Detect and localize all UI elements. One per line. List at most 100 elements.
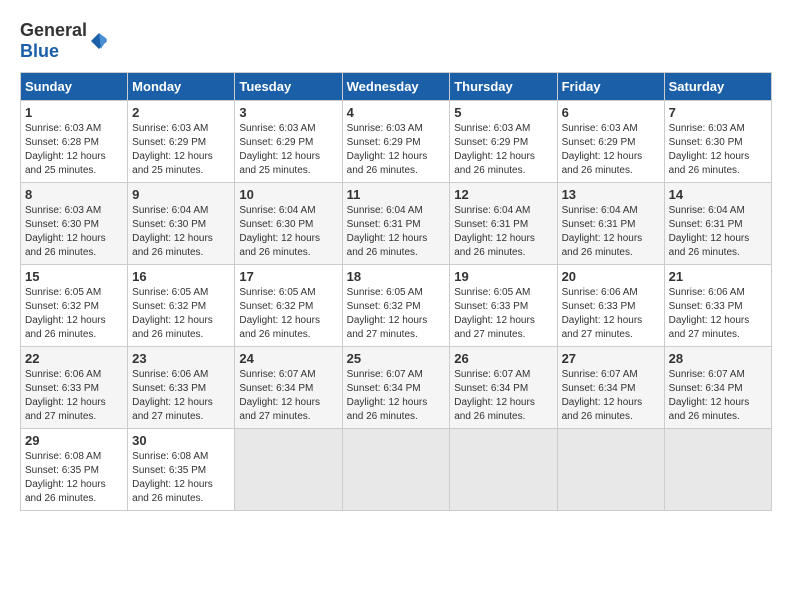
- page-header: General Blue: [20, 20, 772, 62]
- day-number: 13: [562, 187, 660, 202]
- day-number: 16: [132, 269, 230, 284]
- logo-text: General Blue: [20, 20, 87, 62]
- calendar-table: SundayMondayTuesdayWednesdayThursdayFrid…: [20, 72, 772, 511]
- day-info: Sunrise: 6:06 AM Sunset: 6:33 PM Dayligh…: [25, 368, 123, 424]
- day-info: Sunrise: 6:07 AM Sunset: 6:34 PM Dayligh…: [562, 368, 660, 424]
- calendar-cell: 7 Sunrise: 6:03 AM Sunset: 6:30 PM Dayli…: [664, 101, 771, 183]
- calendar-cell: 26 Sunrise: 6:07 AM Sunset: 6:34 PM Dayl…: [450, 347, 557, 429]
- calendar-cell: 10 Sunrise: 6:04 AM Sunset: 6:30 PM Dayl…: [235, 183, 342, 265]
- day-number: 17: [239, 269, 337, 284]
- day-number: 7: [669, 105, 767, 120]
- day-number: 30: [132, 433, 230, 448]
- calendar-cell: 19 Sunrise: 6:05 AM Sunset: 6:33 PM Dayl…: [450, 265, 557, 347]
- day-info: Sunrise: 6:03 AM Sunset: 6:30 PM Dayligh…: [669, 122, 767, 178]
- calendar-cell: 30 Sunrise: 6:08 AM Sunset: 6:35 PM Dayl…: [128, 429, 235, 511]
- logo-blue: Blue: [20, 41, 59, 61]
- column-header-wednesday: Wednesday: [342, 73, 450, 101]
- day-number: 23: [132, 351, 230, 366]
- calendar-cell: 12 Sunrise: 6:04 AM Sunset: 6:31 PM Dayl…: [450, 183, 557, 265]
- day-info: Sunrise: 6:07 AM Sunset: 6:34 PM Dayligh…: [239, 368, 337, 424]
- day-number: 5: [454, 105, 552, 120]
- calendar-cell: 20 Sunrise: 6:06 AM Sunset: 6:33 PM Dayl…: [557, 265, 664, 347]
- day-info: Sunrise: 6:06 AM Sunset: 6:33 PM Dayligh…: [669, 286, 767, 342]
- day-number: 8: [25, 187, 123, 202]
- calendar-cell: 13 Sunrise: 6:04 AM Sunset: 6:31 PM Dayl…: [557, 183, 664, 265]
- calendar-cell: 25 Sunrise: 6:07 AM Sunset: 6:34 PM Dayl…: [342, 347, 450, 429]
- day-number: 22: [25, 351, 123, 366]
- day-number: 18: [347, 269, 446, 284]
- day-number: 4: [347, 105, 446, 120]
- day-info: Sunrise: 6:03 AM Sunset: 6:29 PM Dayligh…: [562, 122, 660, 178]
- day-number: 26: [454, 351, 552, 366]
- calendar-week-row: 1 Sunrise: 6:03 AM Sunset: 6:28 PM Dayli…: [21, 101, 772, 183]
- calendar-cell: 27 Sunrise: 6:07 AM Sunset: 6:34 PM Dayl…: [557, 347, 664, 429]
- day-info: Sunrise: 6:05 AM Sunset: 6:32 PM Dayligh…: [132, 286, 230, 342]
- day-number: 25: [347, 351, 446, 366]
- day-info: Sunrise: 6:07 AM Sunset: 6:34 PM Dayligh…: [347, 368, 446, 424]
- calendar-cell: [235, 429, 342, 511]
- calendar-cell: 22 Sunrise: 6:06 AM Sunset: 6:33 PM Dayl…: [21, 347, 128, 429]
- calendar-cell: 9 Sunrise: 6:04 AM Sunset: 6:30 PM Dayli…: [128, 183, 235, 265]
- logo: General Blue: [20, 20, 109, 62]
- day-number: 10: [239, 187, 337, 202]
- day-info: Sunrise: 6:07 AM Sunset: 6:34 PM Dayligh…: [669, 368, 767, 424]
- calendar-cell: 2 Sunrise: 6:03 AM Sunset: 6:29 PM Dayli…: [128, 101, 235, 183]
- calendar-cell: 3 Sunrise: 6:03 AM Sunset: 6:29 PM Dayli…: [235, 101, 342, 183]
- calendar-week-row: 22 Sunrise: 6:06 AM Sunset: 6:33 PM Dayl…: [21, 347, 772, 429]
- day-info: Sunrise: 6:04 AM Sunset: 6:30 PM Dayligh…: [132, 204, 230, 260]
- day-number: 19: [454, 269, 552, 284]
- calendar-cell: 24 Sunrise: 6:07 AM Sunset: 6:34 PM Dayl…: [235, 347, 342, 429]
- day-number: 28: [669, 351, 767, 366]
- day-number: 2: [132, 105, 230, 120]
- calendar-cell: 18 Sunrise: 6:05 AM Sunset: 6:32 PM Dayl…: [342, 265, 450, 347]
- day-number: 3: [239, 105, 337, 120]
- column-header-sunday: Sunday: [21, 73, 128, 101]
- day-info: Sunrise: 6:08 AM Sunset: 6:35 PM Dayligh…: [132, 450, 230, 506]
- logo-general: General: [20, 20, 87, 40]
- logo-icon: [89, 31, 109, 51]
- column-header-monday: Monday: [128, 73, 235, 101]
- day-info: Sunrise: 6:04 AM Sunset: 6:31 PM Dayligh…: [562, 204, 660, 260]
- day-info: Sunrise: 6:04 AM Sunset: 6:31 PM Dayligh…: [347, 204, 446, 260]
- day-info: Sunrise: 6:07 AM Sunset: 6:34 PM Dayligh…: [454, 368, 552, 424]
- calendar-header-row: SundayMondayTuesdayWednesdayThursdayFrid…: [21, 73, 772, 101]
- calendar-cell: [664, 429, 771, 511]
- column-header-saturday: Saturday: [664, 73, 771, 101]
- day-info: Sunrise: 6:05 AM Sunset: 6:32 PM Dayligh…: [239, 286, 337, 342]
- day-number: 29: [25, 433, 123, 448]
- column-header-thursday: Thursday: [450, 73, 557, 101]
- calendar-week-row: 29 Sunrise: 6:08 AM Sunset: 6:35 PM Dayl…: [21, 429, 772, 511]
- day-info: Sunrise: 6:05 AM Sunset: 6:32 PM Dayligh…: [347, 286, 446, 342]
- day-info: Sunrise: 6:03 AM Sunset: 6:30 PM Dayligh…: [25, 204, 123, 260]
- calendar-cell: 6 Sunrise: 6:03 AM Sunset: 6:29 PM Dayli…: [557, 101, 664, 183]
- day-number: 24: [239, 351, 337, 366]
- calendar-cell: 29 Sunrise: 6:08 AM Sunset: 6:35 PM Dayl…: [21, 429, 128, 511]
- calendar-cell: [342, 429, 450, 511]
- day-info: Sunrise: 6:03 AM Sunset: 6:29 PM Dayligh…: [239, 122, 337, 178]
- calendar-cell: 5 Sunrise: 6:03 AM Sunset: 6:29 PM Dayli…: [450, 101, 557, 183]
- calendar-cell: 8 Sunrise: 6:03 AM Sunset: 6:30 PM Dayli…: [21, 183, 128, 265]
- calendar-cell: 11 Sunrise: 6:04 AM Sunset: 6:31 PM Dayl…: [342, 183, 450, 265]
- calendar-week-row: 15 Sunrise: 6:05 AM Sunset: 6:32 PM Dayl…: [21, 265, 772, 347]
- day-info: Sunrise: 6:04 AM Sunset: 6:31 PM Dayligh…: [454, 204, 552, 260]
- day-number: 20: [562, 269, 660, 284]
- day-info: Sunrise: 6:06 AM Sunset: 6:33 PM Dayligh…: [562, 286, 660, 342]
- calendar-week-row: 8 Sunrise: 6:03 AM Sunset: 6:30 PM Dayli…: [21, 183, 772, 265]
- day-number: 11: [347, 187, 446, 202]
- day-info: Sunrise: 6:04 AM Sunset: 6:31 PM Dayligh…: [669, 204, 767, 260]
- day-info: Sunrise: 6:03 AM Sunset: 6:29 PM Dayligh…: [454, 122, 552, 178]
- day-info: Sunrise: 6:04 AM Sunset: 6:30 PM Dayligh…: [239, 204, 337, 260]
- day-number: 14: [669, 187, 767, 202]
- calendar-cell: 17 Sunrise: 6:05 AM Sunset: 6:32 PM Dayl…: [235, 265, 342, 347]
- calendar-cell: [557, 429, 664, 511]
- calendar-cell: 21 Sunrise: 6:06 AM Sunset: 6:33 PM Dayl…: [664, 265, 771, 347]
- day-info: Sunrise: 6:05 AM Sunset: 6:33 PM Dayligh…: [454, 286, 552, 342]
- day-info: Sunrise: 6:03 AM Sunset: 6:29 PM Dayligh…: [347, 122, 446, 178]
- day-info: Sunrise: 6:03 AM Sunset: 6:29 PM Dayligh…: [132, 122, 230, 178]
- day-number: 9: [132, 187, 230, 202]
- day-number: 15: [25, 269, 123, 284]
- day-info: Sunrise: 6:05 AM Sunset: 6:32 PM Dayligh…: [25, 286, 123, 342]
- day-number: 27: [562, 351, 660, 366]
- day-number: 21: [669, 269, 767, 284]
- day-number: 6: [562, 105, 660, 120]
